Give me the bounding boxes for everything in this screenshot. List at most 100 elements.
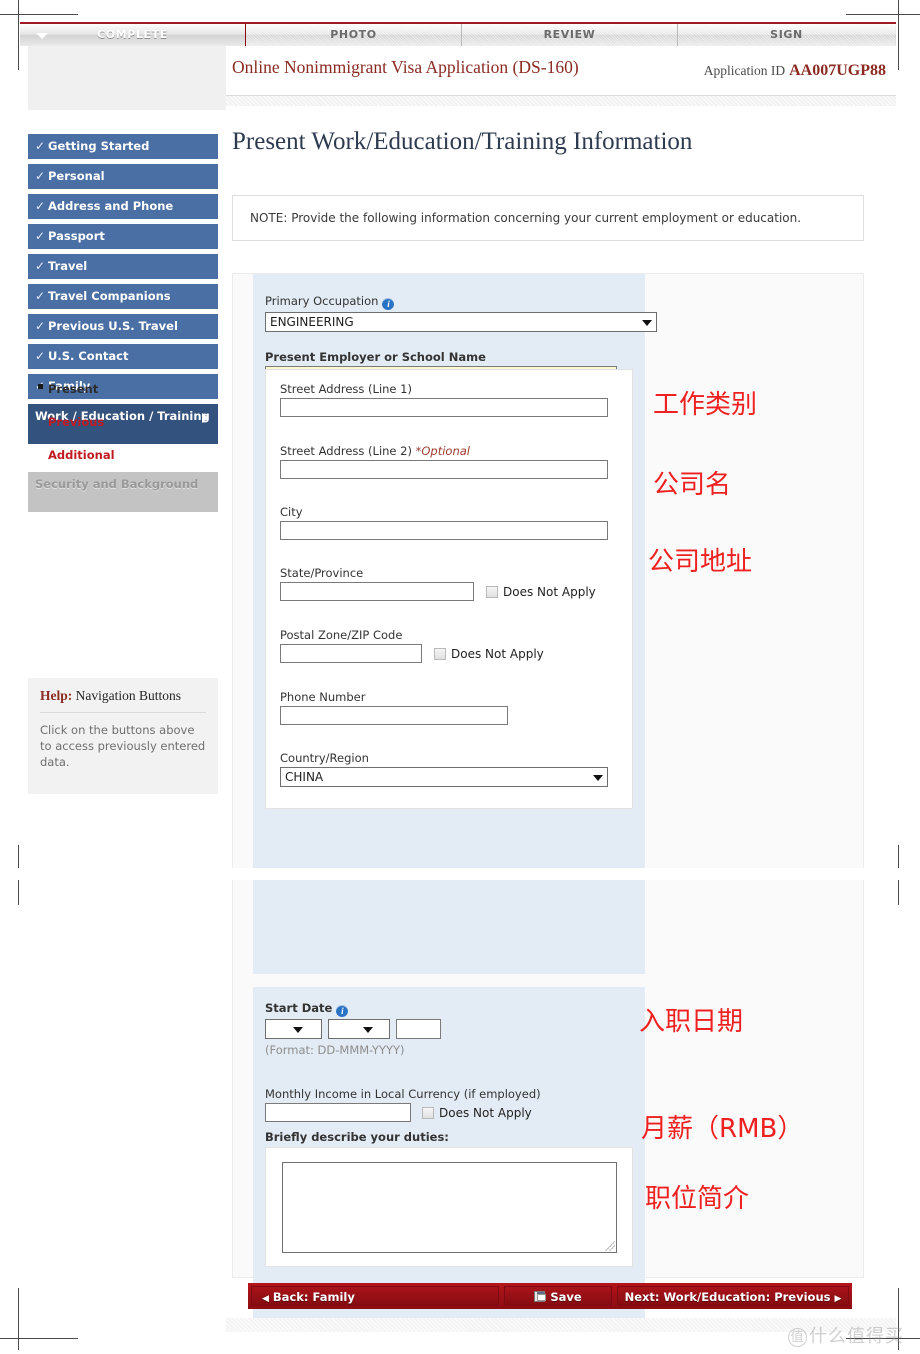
note-box: NOTE: Provide the following information … — [232, 195, 864, 241]
sidebar-subitem-additional[interactable]: Additional — [28, 439, 218, 472]
country-label: Country/Region — [280, 751, 369, 765]
check-icon: ✓ — [35, 139, 46, 153]
phone-input[interactable] — [280, 706, 508, 725]
sidebar-item-label: Travel Companions — [48, 289, 171, 303]
monthly-income-does-not-apply-checkbox[interactable] — [422, 1106, 434, 1119]
start-date-day-select[interactable] — [265, 1019, 322, 1039]
street2-label: Street Address (Line 2) *Optional — [280, 444, 608, 458]
back-button-label: Back: Family — [272, 1290, 355, 1304]
tab-sign-label: SIGN — [770, 28, 803, 41]
square-bullet-icon — [38, 384, 43, 389]
tab-complete[interactable]: COMPLETE — [20, 24, 246, 46]
tab-review[interactable]: REVIEW — [462, 24, 678, 46]
street1-input[interactable] — [280, 398, 608, 417]
sidebar-item-previous-us-travel[interactable]: ✓ Previous U.S. Travel — [28, 314, 218, 339]
chevron-down-icon — [36, 33, 48, 39]
application-name: Online Nonimmigrant Visa Application (DS… — [232, 57, 579, 77]
sidebar-item-label: Personal — [48, 169, 105, 183]
state-province-input[interactable] — [280, 582, 474, 601]
sidebar-item-personal[interactable]: ✓ Personal — [28, 164, 218, 189]
tab-photo-label: PHOTO — [330, 28, 377, 41]
sidebar-subitem-previous[interactable]: Previous — [28, 406, 218, 439]
application-id: Application ID AA007UGP88 — [704, 62, 886, 80]
primary-occupation-label-text: Primary Occupation — [265, 294, 379, 308]
postal-code-label: Postal Zone/ZIP Code — [280, 628, 403, 642]
crop-mark-bottom-left-horizontal — [0, 1338, 78, 1339]
ds160-application-window: COMPLETE PHOTO REVIEW SIGN Online Nonimm… — [20, 22, 896, 1332]
start-date-label: Start Date i — [265, 1001, 441, 1017]
street2-optional-tag: *Optional — [415, 444, 470, 458]
sidebar-item-travel-companions[interactable]: ✓ Travel Companions — [28, 284, 218, 309]
start-date-format-hint: (Format: DD-MMM-YYYY) — [265, 1043, 405, 1057]
tab-sign[interactable]: SIGN — [678, 24, 895, 46]
help-title-rest: Navigation Buttons — [72, 688, 181, 703]
postal-code-does-not-apply-label: Does Not Apply — [451, 646, 544, 661]
sidebar-item-label: Passport — [48, 229, 105, 243]
start-date-month-select[interactable] — [328, 1019, 390, 1039]
check-icon: ✓ — [35, 319, 46, 333]
info-icon[interactable]: i — [336, 1005, 349, 1017]
street2-input[interactable] — [280, 460, 608, 479]
next-button-label: Next: Work/Education: Previous — [624, 1290, 831, 1304]
sidebar-item-address-and-phone[interactable]: ✓ Address and Phone — [28, 194, 218, 219]
watermark-text: 什么值得买 — [809, 1326, 904, 1347]
field-phone: Phone Number — [280, 690, 508, 725]
street1-label: Street Address (Line 1) — [280, 382, 412, 396]
annotation-monthly-income: 月薪（RMB） — [641, 1114, 804, 1144]
check-icon: ✓ — [35, 229, 46, 243]
field-postal-code: Postal Zone/ZIP Code Does Not Apply — [280, 628, 544, 663]
crop-mark-top-right-vertical — [898, 0, 899, 70]
sidebar-subitem-present[interactable]: Present — [28, 373, 218, 406]
check-icon: ✓ — [35, 259, 46, 273]
primary-occupation-select[interactable]: ENGINEERING — [265, 312, 657, 332]
info-icon[interactable]: i — [382, 298, 395, 310]
sidebar-item-label: Address and Phone — [48, 199, 174, 213]
state-province-does-not-apply-checkbox[interactable] — [486, 585, 498, 598]
start-date-label-text: Start Date — [265, 1001, 333, 1015]
form-panel-lower: Start Date i (Format: DD-MMM-YYYY) Month… — [253, 987, 645, 1332]
top-tab-bar: COMPLETE PHOTO REVIEW SIGN — [20, 22, 896, 46]
sidebar-item-us-contact[interactable]: ✓ U.S. Contact — [28, 344, 218, 369]
start-date-year-input[interactable] — [396, 1019, 441, 1039]
field-monthly-income: Monthly Income in Local Currency (if emp… — [265, 1087, 541, 1122]
monthly-income-does-not-apply-label: Does Not Apply — [439, 1105, 532, 1120]
country-select[interactable]: CHINA — [280, 767, 608, 787]
form-action-bar: ◀ Back: Family Save Next: Work/Education:… — [248, 1283, 852, 1309]
sidebar-item-getting-started[interactable]: ✓ Getting Started — [28, 134, 218, 159]
sidebar-item-passport[interactable]: ✓ Passport — [28, 224, 218, 249]
resize-grip-icon[interactable] — [605, 1241, 615, 1251]
primary-occupation-value: ENGINEERING — [270, 315, 354, 329]
annotation-occupation: 工作类别 — [653, 390, 758, 420]
application-id-label: Application ID — [703, 63, 786, 78]
page-title: Present Work/Education/Training Informat… — [232, 128, 693, 155]
crop-mark-top-left-horizontal — [0, 14, 78, 15]
application-header: Online Nonimmigrant Visa Application (DS… — [226, 46, 896, 96]
monthly-income-input[interactable] — [265, 1103, 411, 1122]
application-id-value: AA007UGP88 — [789, 62, 886, 79]
postal-code-input[interactable] — [280, 644, 422, 663]
next-button[interactable]: Next: Work/Education: Previous ▶ — [617, 1286, 849, 1306]
street2-label-text: Street Address (Line 2) — [280, 444, 412, 458]
field-primary-occupation: Primary Occupation i ENGINEERING — [265, 294, 657, 332]
screenshot-page: COMPLETE PHOTO REVIEW SIGN Online Nonimm… — [0, 0, 920, 1354]
postal-code-does-not-apply-checkbox[interactable] — [434, 647, 446, 660]
sidebar-subitem-label: Additional — [48, 448, 115, 462]
field-country: Country/Region CHINA — [280, 751, 608, 787]
sidebar-item-label: Security and Background — [35, 477, 199, 491]
sidebar-subnav: Present Previous Additional — [28, 373, 218, 472]
tab-photo[interactable]: PHOTO — [246, 24, 462, 46]
address-card: Street Address (Line 1) Street Address (… — [265, 369, 633, 809]
save-button[interactable]: Save — [504, 1286, 612, 1306]
sidebar-top-panel — [28, 46, 226, 110]
field-state-province: State/Province Does Not Apply — [280, 566, 596, 601]
monthly-income-label: Monthly Income in Local Currency (if emp… — [265, 1087, 541, 1101]
phone-label: Phone Number — [280, 690, 366, 704]
check-icon: ✓ — [35, 169, 46, 183]
sidebar-item-travel[interactable]: ✓ Travel — [28, 254, 218, 279]
annotation-start-date: 入职日期 — [639, 1007, 744, 1037]
sidebar: ✓ Getting Started ✓ Personal ✓ Address and … — [20, 46, 226, 1332]
back-button[interactable]: ◀ Back: Family — [251, 1286, 499, 1306]
annotation-address: 公司地址 — [648, 547, 753, 577]
city-input[interactable] — [280, 521, 608, 540]
duties-textarea[interactable] — [282, 1162, 617, 1253]
